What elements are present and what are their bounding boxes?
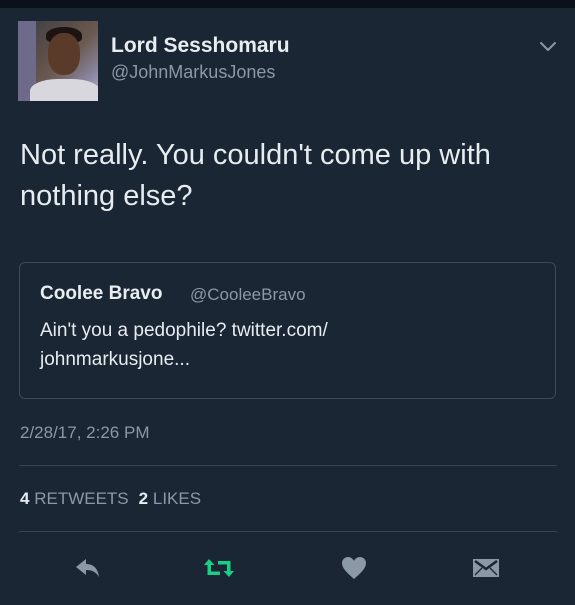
- quoted-text: Ain't you a pedophile? twitter.com/ john…: [40, 316, 510, 374]
- tweet-text-line: Not really. You couldn't come up with: [20, 139, 491, 171]
- divider: [19, 531, 557, 532]
- retweets-label: RETWEETS: [34, 489, 129, 508]
- quoted-tweet[interactable]: Coolee Bravo @CooleeBravo Ain't you a pe…: [19, 262, 556, 399]
- quoted-text-line: johnmarkusjone...: [40, 349, 190, 370]
- retweets-count: 4: [20, 489, 30, 508]
- author-handle[interactable]: @JohnMarkusJones: [111, 62, 275, 83]
- retweet-button[interactable]: [203, 552, 235, 584]
- quoted-display-name: Coolee Bravo: [40, 283, 163, 304]
- tweet-text-line: nothing else?: [20, 180, 193, 212]
- engagement-stats: 4 RETWEETS 2 LIKES: [20, 489, 201, 509]
- reply-button[interactable]: [72, 552, 104, 584]
- envelope-icon: [473, 559, 499, 577]
- retweet-icon: [204, 559, 234, 577]
- quoted-text-line: Ain't you a pedophile? twitter.com/: [40, 320, 328, 341]
- heart-icon: [342, 557, 366, 579]
- retweets-stat[interactable]: 4 RETWEETS: [20, 489, 129, 508]
- divider: [19, 465, 557, 466]
- quoted-handle: @CooleeBravo: [190, 285, 306, 304]
- likes-count: 2: [138, 489, 149, 508]
- timestamp[interactable]: 2/28/17, 2:26 PM: [20, 423, 149, 443]
- tweet-text: Not really. You couldn't come up with no…: [20, 135, 550, 217]
- top-bar: [0, 0, 575, 8]
- chevron-down-icon[interactable]: [539, 41, 557, 53]
- direct-message-button[interactable]: [470, 552, 502, 584]
- like-button[interactable]: [338, 552, 370, 584]
- avatar[interactable]: [18, 21, 98, 101]
- author-display-name[interactable]: Lord Sesshomaru: [111, 34, 290, 58]
- likes-label: LIKES: [152, 489, 202, 508]
- reply-icon: [76, 559, 99, 577]
- likes-stat[interactable]: 2 LIKES: [139, 489, 201, 508]
